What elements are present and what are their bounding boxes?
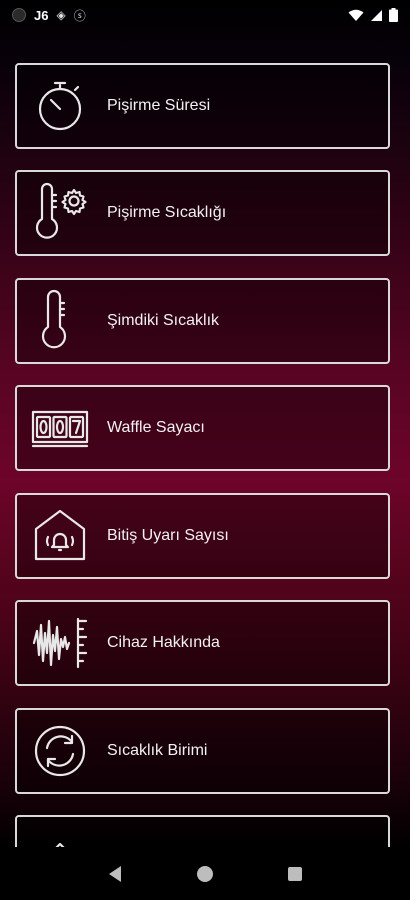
menu-item-label: Pişirme Sıcaklığı xyxy=(107,204,227,221)
recents-icon xyxy=(288,866,302,881)
status-right xyxy=(348,8,398,22)
stopwatch-icon xyxy=(25,71,95,141)
refresh-circle-icon xyxy=(25,716,95,786)
app-screen: J6 ◈ ⓢ Pişirme Süresi Pişirme Sıcaklığı … xyxy=(0,0,410,900)
menu-item-cooking-temperature[interactable]: Pişirme Sıcaklığı xyxy=(15,170,390,256)
sound-wave-ruler-icon xyxy=(25,608,95,678)
app-notification-icon xyxy=(12,8,26,22)
menu-item-label: Bitiş Uyarı Sayısı xyxy=(107,527,229,544)
menu-item-end-alert-count[interactable]: Bitiş Uyarı Sayısı xyxy=(15,493,390,579)
thermometer-icon xyxy=(25,286,95,356)
menu-item-temperature-unit[interactable]: Sıcaklık Birimi xyxy=(15,708,390,794)
recents-button[interactable] xyxy=(275,854,315,894)
navigation-bar xyxy=(0,847,410,900)
house-bell-icon xyxy=(25,501,95,571)
menu-item-label: Şimdiki Sıcaklık xyxy=(107,312,220,329)
wifi-icon xyxy=(348,9,364,21)
back-button[interactable] xyxy=(95,854,135,894)
menu-item-label: Waffle Sayacı xyxy=(107,419,205,436)
cellular-signal-icon xyxy=(371,9,382,21)
partial-item-icon xyxy=(25,823,95,847)
menu-item-about-device[interactable]: Cihaz Hakkında xyxy=(15,600,390,686)
counter-007-icon xyxy=(25,393,95,463)
battery-icon xyxy=(389,8,398,22)
menu-list[interactable]: Pişirme Süresi Pişirme Sıcaklığı Şimdiki… xyxy=(0,63,410,847)
status-left: J6 ◈ ⓢ xyxy=(12,7,86,24)
menu-item-label: Pişirme Süresi xyxy=(107,97,211,114)
menu-item-label: Cihaz Hakkında xyxy=(107,634,220,651)
menu-item-cooking-time[interactable]: Pişirme Süresi xyxy=(15,63,390,149)
home-icon xyxy=(197,865,213,882)
menu-item-partial[interactable] xyxy=(15,815,390,847)
back-icon xyxy=(109,865,121,882)
status-left-text: J6 xyxy=(34,7,49,23)
signal-badge-icon: ◈ xyxy=(56,8,66,22)
menu-item-label: Sıcaklık Birimi xyxy=(107,742,208,759)
status-bar: J6 ◈ ⓢ xyxy=(0,0,410,30)
sync-badge-icon: ⓢ xyxy=(73,8,86,23)
home-button[interactable] xyxy=(185,854,225,894)
menu-item-waffle-counter[interactable]: Waffle Sayacı xyxy=(15,385,390,471)
thermometer-gear-icon xyxy=(25,178,95,248)
menu-item-current-temperature[interactable]: Şimdiki Sıcaklık xyxy=(15,278,390,364)
